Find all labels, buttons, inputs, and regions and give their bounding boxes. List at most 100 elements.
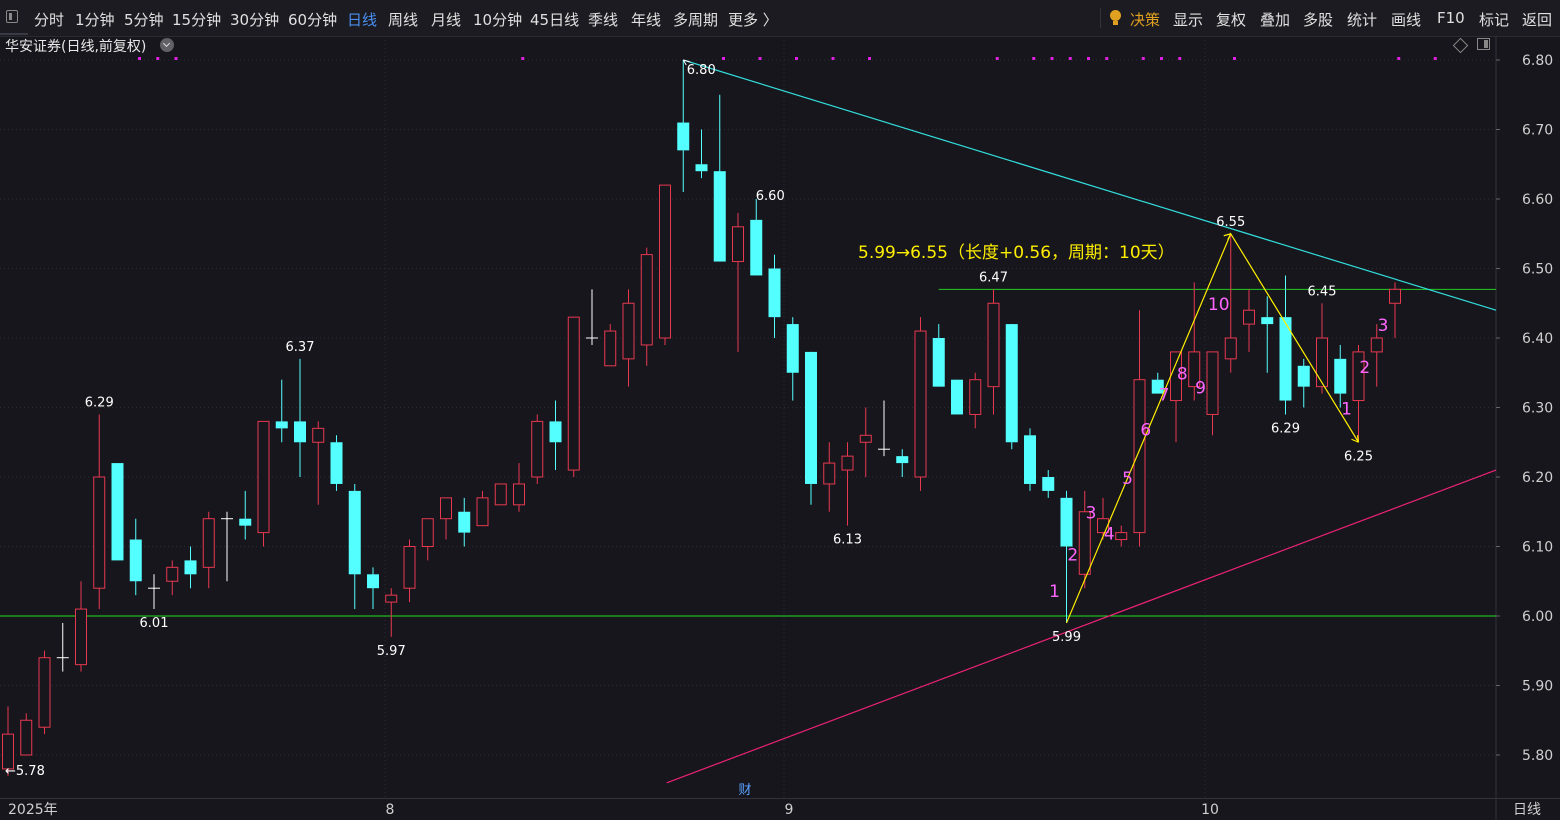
candle-body xyxy=(20,719,33,756)
candle-body xyxy=(202,518,215,568)
y-tick-label: 6.70 xyxy=(1522,123,1553,139)
candle-body xyxy=(330,442,343,484)
signal-dot xyxy=(1433,57,1437,60)
candle-body xyxy=(403,546,416,589)
signal-dot xyxy=(138,57,141,60)
candle-body xyxy=(1389,288,1401,304)
candle-body xyxy=(1370,337,1383,353)
y-tick-label: 6.30 xyxy=(1522,401,1553,417)
candle-body xyxy=(367,574,379,589)
candlestick-chart[interactable]: 6.80 6.70 6.60 6.50 6.40 6.30 6.20 6.10 6.00 5.90… xyxy=(0,0,1560,820)
candle-body xyxy=(312,427,325,443)
signal-dot xyxy=(722,57,725,60)
y-tick-label: 6.80 xyxy=(1522,53,1553,69)
x-axis-label: 9 xyxy=(785,802,794,818)
candle-body xyxy=(732,226,744,263)
candle-body xyxy=(567,316,580,471)
candle-body xyxy=(951,379,963,415)
signal-dot xyxy=(1160,57,1163,60)
candle-body xyxy=(1133,379,1146,534)
candle-body xyxy=(129,539,142,582)
candle-body xyxy=(1261,317,1274,325)
y-tick-label: 6.10 xyxy=(1522,540,1553,556)
candle-body xyxy=(622,302,635,360)
price-label: 6.29 xyxy=(85,395,114,410)
candle-body xyxy=(896,456,909,464)
candle-body xyxy=(1297,365,1310,387)
signal-dot xyxy=(174,57,178,60)
wave-count: 8 xyxy=(1177,365,1188,385)
candle-body xyxy=(1224,337,1237,360)
wave-count: 2 xyxy=(1067,545,1078,565)
y-tick-label: 5.80 xyxy=(1522,748,1553,764)
wave-count: 10 xyxy=(1208,295,1230,315)
candle-body xyxy=(348,490,361,575)
signal-dot xyxy=(1068,57,1072,60)
candle-body xyxy=(987,302,1000,388)
price-label: 6.25 xyxy=(1344,449,1373,464)
signal-dot xyxy=(1141,57,1145,60)
candle-body xyxy=(1243,309,1255,325)
signal-dot xyxy=(758,57,762,60)
candle-body xyxy=(111,463,124,561)
candle-body xyxy=(385,594,398,603)
signal-dot xyxy=(831,57,835,60)
x-axis-label: 8 xyxy=(386,802,395,818)
price-label: ←5.78 xyxy=(5,764,45,779)
candle-body xyxy=(1060,497,1073,547)
candle-body xyxy=(695,164,708,172)
candle-body xyxy=(184,560,197,575)
wave-count: 5 xyxy=(1122,469,1133,489)
price-label: 6.45 xyxy=(1308,284,1337,299)
axis-divider xyxy=(0,798,1560,799)
candle-body xyxy=(531,420,544,478)
signal-dot xyxy=(868,57,871,60)
wave-count: 2 xyxy=(1359,358,1370,378)
candle-body xyxy=(494,483,507,506)
signal-dot xyxy=(521,57,525,60)
candle-body xyxy=(914,330,927,478)
wave-count: 4 xyxy=(1104,525,1115,545)
wave-count: 7 xyxy=(1159,386,1170,406)
candle-body xyxy=(75,608,87,666)
candle-body xyxy=(166,566,179,582)
candle-body xyxy=(440,497,452,520)
wave-count: 6 xyxy=(1140,420,1151,440)
candle-body xyxy=(1005,324,1018,443)
signal-dot xyxy=(1178,57,1182,60)
candle-body xyxy=(1316,337,1328,388)
candle-body xyxy=(768,268,781,318)
price-label: 6.01 xyxy=(140,616,169,631)
price-label: 6.47 xyxy=(979,270,1008,285)
candle-body xyxy=(805,351,817,484)
candle-body xyxy=(257,420,270,534)
y-tick-label: 5.90 xyxy=(1522,679,1553,695)
candle-body xyxy=(677,122,690,151)
candle-body xyxy=(859,434,872,443)
candle-body xyxy=(38,657,51,728)
candle-body xyxy=(932,338,945,387)
finance-marker: 财 xyxy=(738,783,751,798)
arrow-head xyxy=(1223,233,1232,241)
signal-dot xyxy=(1397,57,1401,60)
wave-annotation: 5.99→6.55（长度+0.56，周期：10天） xyxy=(858,243,1175,263)
price-label: 6.55 xyxy=(1216,215,1245,230)
y-tick-label: 6.40 xyxy=(1522,331,1553,347)
x-axis-label: 2025年 xyxy=(8,802,58,818)
candle-body xyxy=(969,379,982,415)
wave-count: 9 xyxy=(1195,379,1206,399)
signal-dot xyxy=(156,57,160,60)
price-label: 5.99 xyxy=(1052,630,1081,645)
signal-dot xyxy=(1032,57,1036,60)
period-label: 日线 xyxy=(1513,802,1541,818)
candle-body xyxy=(549,421,562,443)
signal-dot xyxy=(995,57,999,60)
candle-body xyxy=(294,421,306,443)
candle-body xyxy=(659,184,671,339)
candle-body xyxy=(823,462,836,485)
candle-body xyxy=(1115,532,1128,541)
signal-dot xyxy=(1087,57,1090,60)
candle-body xyxy=(786,324,799,373)
candle-body xyxy=(458,511,471,533)
price-label: 6.80 xyxy=(687,63,716,78)
